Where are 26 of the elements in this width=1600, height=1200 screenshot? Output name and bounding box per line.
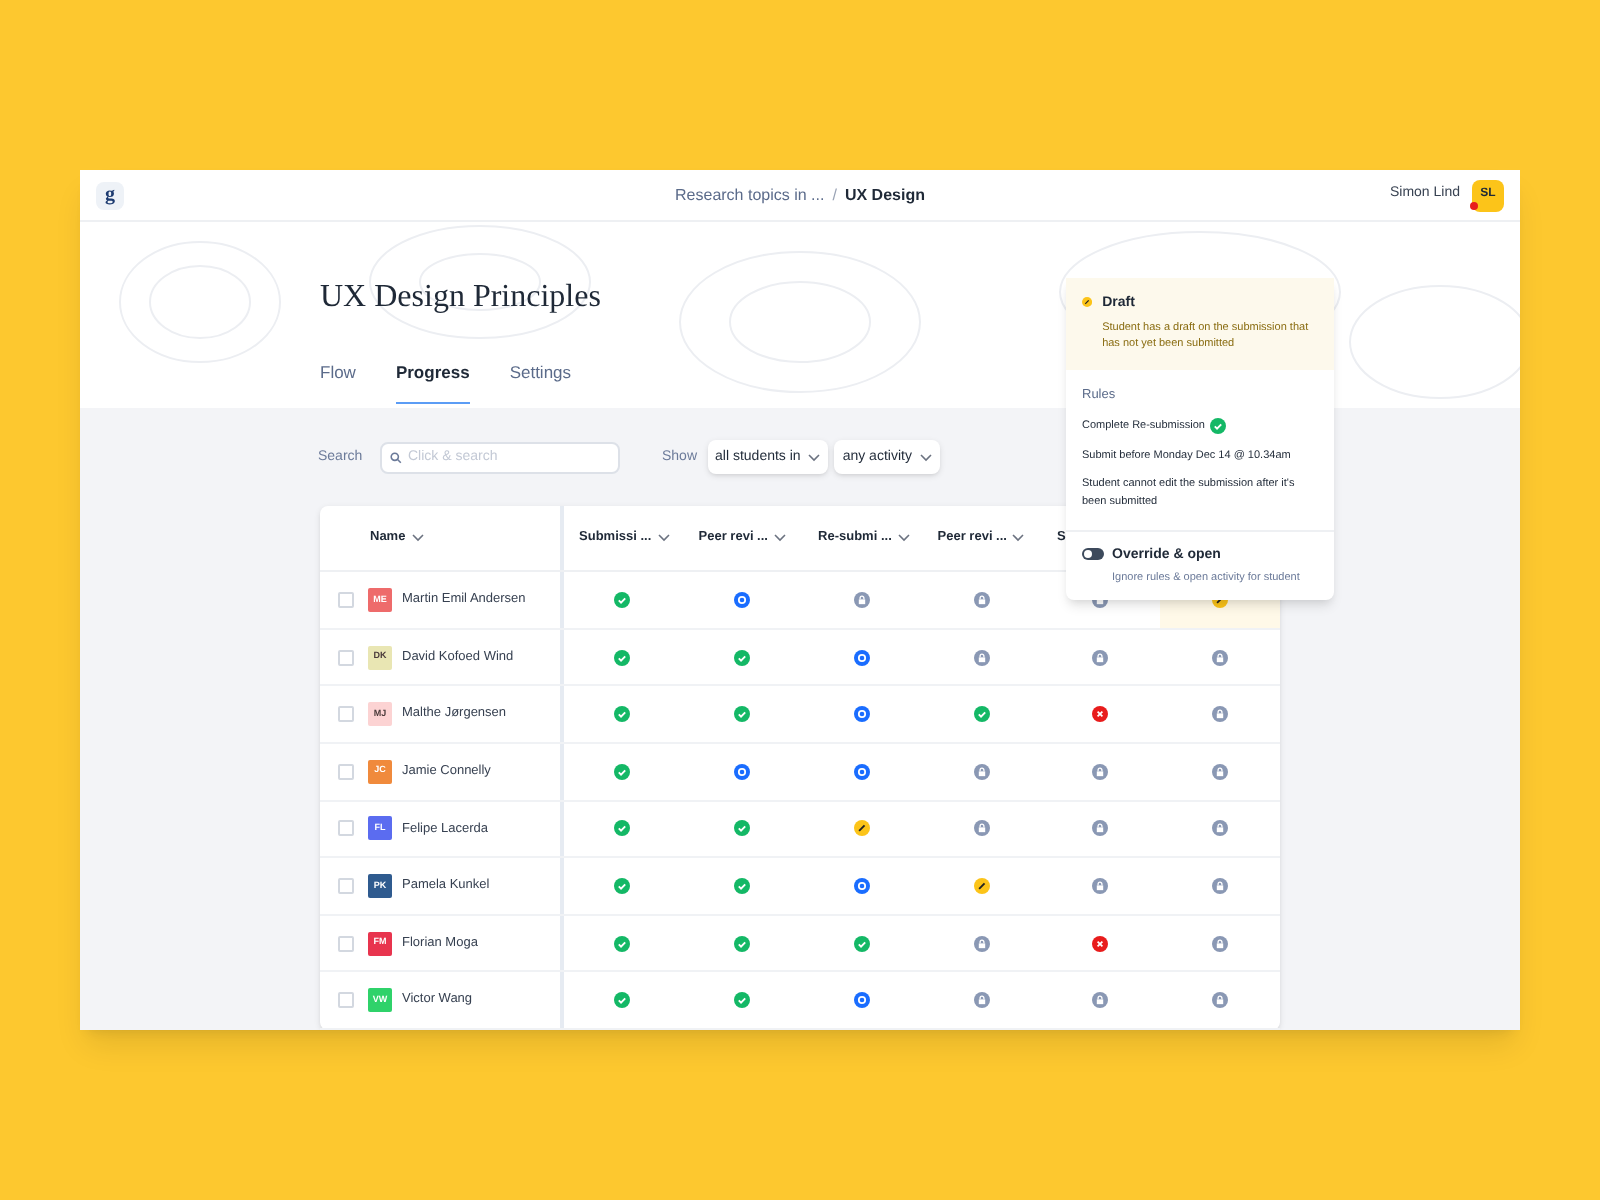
row-checkbox[interactable] — [338, 878, 354, 895]
row-checkbox[interactable] — [338, 763, 354, 780]
breadcrumb-link[interactable]: Research topics in ... — [675, 183, 825, 208]
chevron-down-icon — [1012, 534, 1025, 543]
row-checkbox[interactable] — [338, 820, 354, 837]
tab[interactable]: Progress — [395, 360, 470, 404]
check-icon — [1210, 418, 1227, 435]
search-icon — [390, 451, 402, 464]
row-checkbox[interactable] — [338, 935, 354, 952]
row-checkbox[interactable] — [338, 992, 354, 1009]
override-toggle[interactable] — [1082, 548, 1104, 561]
row-checkbox[interactable] — [338, 649, 354, 666]
chevron-down-icon — [657, 534, 670, 543]
chevron-down-icon — [808, 453, 821, 462]
tab[interactable]: Settings — [509, 360, 572, 404]
tab[interactable]: Flow — [320, 360, 356, 404]
breadcrumb-separator: / — [832, 183, 837, 208]
chevron-down-icon — [411, 534, 424, 543]
breadcrumb-link[interactable]: UX Design — [844, 183, 925, 208]
page-title: UX Design Principles — [320, 282, 601, 315]
row-checkbox[interactable] — [338, 706, 354, 723]
chevron-down-icon — [897, 534, 910, 543]
chevron-down-icon — [919, 453, 932, 462]
row-checkbox[interactable] — [338, 592, 354, 609]
logo[interactable]: g — [96, 181, 124, 210]
chevron-down-icon — [773, 534, 786, 543]
